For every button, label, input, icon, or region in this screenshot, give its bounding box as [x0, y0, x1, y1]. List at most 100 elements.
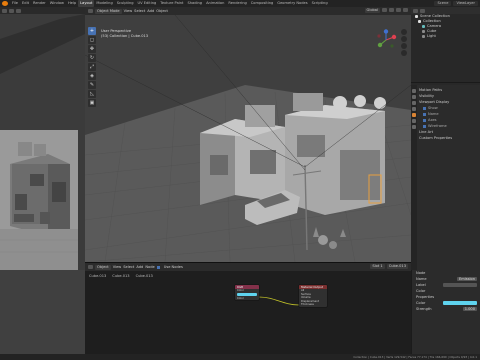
transform-icon[interactable]: ◈	[88, 72, 96, 80]
move-icon[interactable]: ✥	[88, 45, 96, 53]
measure-icon[interactable]: ◺	[88, 90, 96, 98]
menu-select[interactable]: Select	[134, 7, 145, 15]
menu-view[interactable]: View	[124, 7, 133, 15]
material-output-node[interactable]: Material Output All Surface Volume Displ…	[299, 285, 327, 307]
rgb-node[interactable]: RGB Color Color	[235, 285, 259, 300]
menu-object[interactable]: Object	[156, 7, 168, 15]
strength-field[interactable]: 1.000	[462, 307, 477, 311]
checkbox-icon[interactable]	[423, 112, 426, 116]
reference-image-canvas[interactable]	[0, 14, 85, 360]
menu-render[interactable]: Render	[31, 0, 48, 7]
render-tab-icon[interactable]	[412, 95, 416, 99]
shader-type-selector[interactable]: Object	[95, 264, 111, 270]
tab-compositing[interactable]: Compositing	[249, 0, 276, 7]
snap-icon[interactable]	[382, 8, 387, 12]
strength-row: Strength 1.000	[412, 306, 480, 312]
image-editor-header	[0, 7, 85, 14]
panel-custom-properties[interactable]: Custom Properties	[419, 135, 478, 141]
image-menu-icon[interactable]	[16, 8, 21, 13]
menu-add[interactable]: Add	[147, 7, 154, 15]
editor-type-icon[interactable]	[2, 8, 7, 13]
menu-window[interactable]: Window	[48, 0, 66, 7]
tab-rendering[interactable]: Rendering	[226, 0, 248, 7]
menu-select[interactable]: Select	[123, 265, 134, 269]
editor-type-icon[interactable]	[88, 9, 93, 13]
slot-selector[interactable]: Slot 1	[370, 264, 385, 269]
tab-texture-paint[interactable]: Texture Paint	[158, 0, 185, 7]
view-navigation	[401, 29, 407, 56]
checkbox-icon[interactable]	[423, 124, 426, 128]
tab-scripting[interactable]: Scripting	[310, 0, 330, 7]
perspective-toggle-icon[interactable]	[401, 50, 407, 56]
breadcrumb-item[interactable]: Cube.013	[89, 274, 106, 278]
tab-geometry-nodes[interactable]: Geometry Nodes	[275, 0, 309, 7]
label-label: Label	[416, 283, 426, 287]
menu-help[interactable]: Help	[66, 0, 78, 7]
scene-tab-icon[interactable]	[412, 107, 416, 111]
tab-shading[interactable]: Shading	[185, 0, 204, 7]
menu-file[interactable]: File	[10, 0, 20, 7]
camera-view-icon[interactable]	[401, 43, 407, 49]
collection-icon	[418, 20, 421, 23]
pan-icon[interactable]	[401, 36, 407, 42]
checkbox-icon[interactable]	[423, 106, 426, 110]
cursor-icon[interactable]: +	[88, 27, 96, 35]
menu-node[interactable]: Node	[145, 265, 154, 269]
node-row-color: Color	[237, 296, 244, 300]
menu-add[interactable]: Add	[136, 265, 143, 269]
menu-view[interactable]: View	[113, 265, 122, 269]
collection-icon	[415, 15, 418, 18]
breadcrumb-item[interactable]: Cube.013	[136, 274, 153, 278]
view-layer-selector[interactable]: ViewLayer	[453, 1, 478, 6]
shader-editor[interactable]: Object View Select Add Node Use Nodes Sl…	[85, 262, 411, 360]
view-menu-icon[interactable]	[9, 8, 14, 13]
tab-animation[interactable]: Animation	[204, 0, 226, 7]
tool-shelf: + ◻ ✥ ↻ ⤢ ◈ ✎ ◺ ▣	[88, 27, 96, 107]
transform-orientation[interactable]: Global	[364, 8, 380, 13]
tab-uv-editing[interactable]: UV Editing	[136, 0, 159, 7]
light-icon	[422, 35, 425, 38]
properties-tabs	[411, 85, 417, 272]
viewport-header-right: Global	[364, 8, 408, 13]
tab-modeling[interactable]: Modeling	[94, 0, 114, 7]
navigation-gizmo[interactable]	[375, 29, 397, 51]
solid-shading-icon[interactable]	[403, 8, 408, 12]
tab-layout[interactable]: Layout	[78, 0, 95, 7]
modifier-tab-icon[interactable]	[412, 119, 416, 123]
node-label-field[interactable]	[443, 283, 477, 287]
output-tab-icon[interactable]	[412, 101, 416, 105]
3d-viewport[interactable]: Object Mode View Select Add Object Globa…	[85, 7, 411, 262]
blender-logo-icon[interactable]	[2, 1, 8, 6]
scene-selector[interactable]: Scene	[434, 1, 452, 6]
node-name-field[interactable]: Emission	[457, 277, 477, 281]
tab-sculpting[interactable]: Sculpting	[115, 0, 136, 7]
mesh-icon	[422, 30, 425, 33]
scale-icon[interactable]: ⤢	[88, 63, 96, 71]
properties-editor: Motion Paths Visibility Viewport Display…	[411, 85, 480, 272]
xray-icon[interactable]	[396, 8, 401, 12]
overlay-icon[interactable]	[389, 8, 394, 12]
editor-type-icon[interactable]	[88, 265, 93, 269]
material-selector[interactable]: Cube.013	[386, 264, 408, 269]
object-tab-icon[interactable]	[412, 113, 416, 117]
use-nodes-checkbox[interactable]	[156, 265, 160, 269]
zoom-icon[interactable]	[401, 29, 407, 35]
mode-selector[interactable]: Object Mode	[95, 8, 122, 14]
tool-tab-icon[interactable]	[412, 89, 416, 93]
outliner[interactable]: Scene Collection Collection Camera Cube …	[411, 7, 480, 83]
editor-type-icon[interactable]	[413, 8, 418, 13]
shader-editor-header: Object View Select Add Node Use Nodes Sl…	[85, 263, 411, 271]
material-tab-icon[interactable]	[412, 125, 416, 129]
socket-thickness[interactable]: Thickness	[299, 303, 327, 307]
outliner-row-light[interactable]: Light	[411, 34, 480, 39]
breadcrumb-item[interactable]: Cube.013	[112, 274, 129, 278]
rotate-icon[interactable]: ↻	[88, 54, 96, 62]
select-icon[interactable]: ◻	[88, 36, 96, 44]
menu-edit[interactable]: Edit	[20, 0, 31, 7]
add-cube-icon[interactable]: ▣	[88, 99, 96, 107]
prop-label: Axes	[428, 118, 437, 122]
color-swatch[interactable]	[443, 301, 477, 305]
checkbox-icon[interactable]	[423, 118, 426, 122]
annotate-icon[interactable]: ✎	[88, 81, 96, 89]
filter-icon[interactable]	[420, 8, 425, 13]
